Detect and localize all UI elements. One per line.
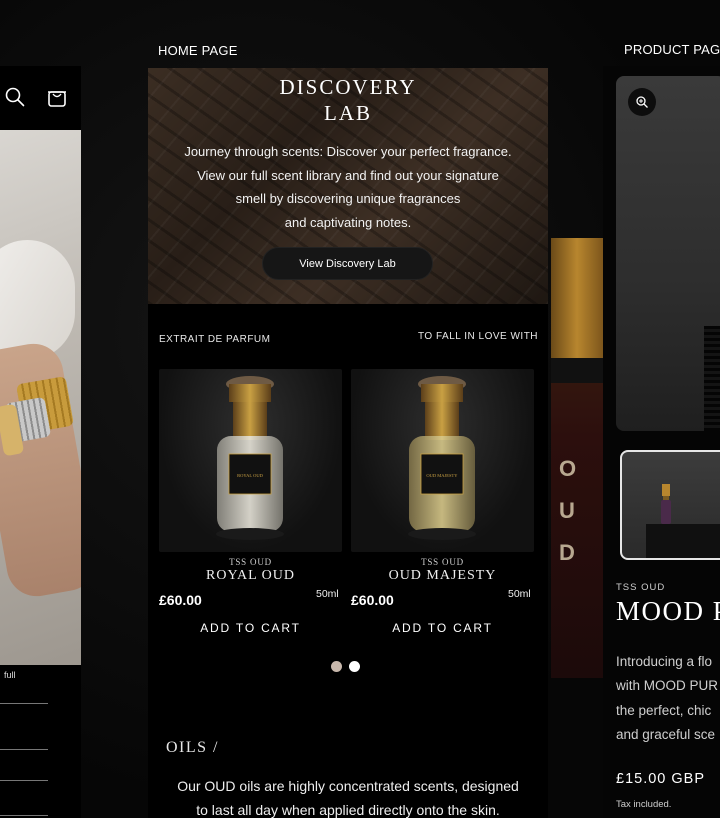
product-title: MOOD PURE <box>616 596 720 626</box>
divider <box>0 815 48 816</box>
discovery-lab-hero: DISCOVERY LAB Journey through scents: Di… <box>148 68 548 304</box>
product-page-label: PRODUCT PAGE <box>624 42 720 57</box>
divider <box>0 703 48 704</box>
left-screen: full <box>0 66 81 818</box>
left-header <box>0 66 81 130</box>
oils-title: OILS / <box>166 739 219 756</box>
product-price: £60.00 <box>351 592 394 608</box>
product-price: £60.00 <box>159 592 202 608</box>
product-brand: TSS OUD <box>616 582 666 593</box>
product-name[interactable]: ROYAL OUD <box>159 568 342 584</box>
product-image-royal-oud[interactable]: ROYAL OUD <box>159 369 342 552</box>
tax-note: Tax included. <box>616 799 672 810</box>
product-price: £15.00 GBP <box>616 771 705 787</box>
carousel-dot[interactable] <box>331 661 342 672</box>
home-page-screen: DISCOVERY LAB Journey through scents: Di… <box>148 68 548 818</box>
add-to-cart-button[interactable]: ADD TO CART <box>159 621 342 635</box>
add-to-cart-button[interactable]: ADD TO CART <box>351 621 534 635</box>
product-size: 50ml <box>508 588 531 600</box>
product-description: Introducing a flo with MOOD PUR the perf… <box>616 654 719 742</box>
divider <box>0 780 48 781</box>
divider <box>0 749 48 750</box>
view-discovery-lab-button[interactable]: View Discovery Lab <box>262 247 433 280</box>
hero-title: DISCOVERY LAB <box>279 75 417 125</box>
zoom-icon[interactable] <box>628 88 656 116</box>
product-name[interactable]: OUD MAJESTY <box>351 568 534 584</box>
background-product-image: OUD <box>551 238 603 678</box>
product-size: 50ml <box>316 588 339 600</box>
product-brand: TSS OUD <box>229 557 272 567</box>
search-icon[interactable] <box>4 86 26 108</box>
left-snippet-text: full <box>4 670 16 680</box>
collection-label-right: TO FALL IN LOVE WITH <box>418 331 539 342</box>
oils-description: Our OUD oils are highly concentrated sce… <box>177 778 519 818</box>
product-brand: TSS OUD <box>421 557 464 567</box>
product-page-screen: TSS OUD MOOD PURE Introducing a flo with… <box>603 66 720 818</box>
collection-label-left: EXTRAIT DE PARFUM <box>159 334 271 345</box>
product-image-oud-majesty[interactable]: OUD MAJESTY <box>351 369 534 552</box>
hero-description: Journey through scents: Discover your pe… <box>184 144 512 230</box>
lifestyle-photo <box>0 130 81 665</box>
home-page-label: HOME PAGE <box>158 43 238 58</box>
svg-text:ROYAL OUD: ROYAL OUD <box>237 473 263 478</box>
product-main-image[interactable] <box>616 76 720 431</box>
svg-text:OUD MAJESTY: OUD MAJESTY <box>426 473 458 478</box>
shopping-bag-icon[interactable] <box>46 86 68 108</box>
product-thumbnail[interactable] <box>620 450 720 560</box>
carousel-dot-active[interactable] <box>349 661 360 672</box>
